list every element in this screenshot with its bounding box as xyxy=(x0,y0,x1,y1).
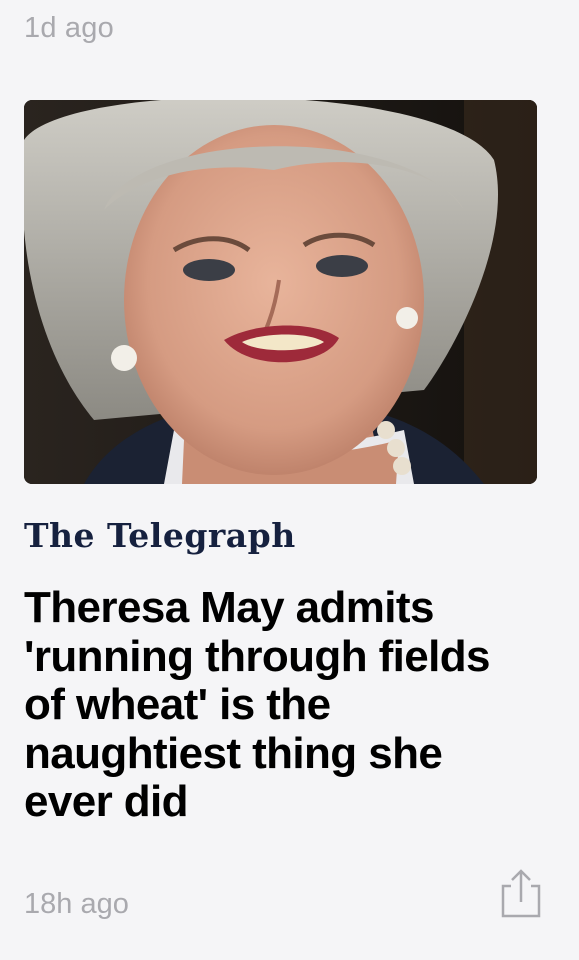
share-icon xyxy=(501,869,541,918)
article-timestamp: 18h ago xyxy=(24,888,129,920)
share-button[interactable] xyxy=(499,868,543,918)
article-headline[interactable]: Theresa May admits 'running through fiel… xyxy=(24,583,537,827)
publisher-logo-the-telegraph: The Telegraph xyxy=(24,516,296,555)
hero-photo xyxy=(24,100,537,484)
previous-item-timestamp: 1d ago xyxy=(24,12,114,44)
article-hero-image[interactable] xyxy=(24,100,537,484)
news-article-card[interactable]: The Telegraph Theresa May admits 'runnin… xyxy=(24,100,541,940)
